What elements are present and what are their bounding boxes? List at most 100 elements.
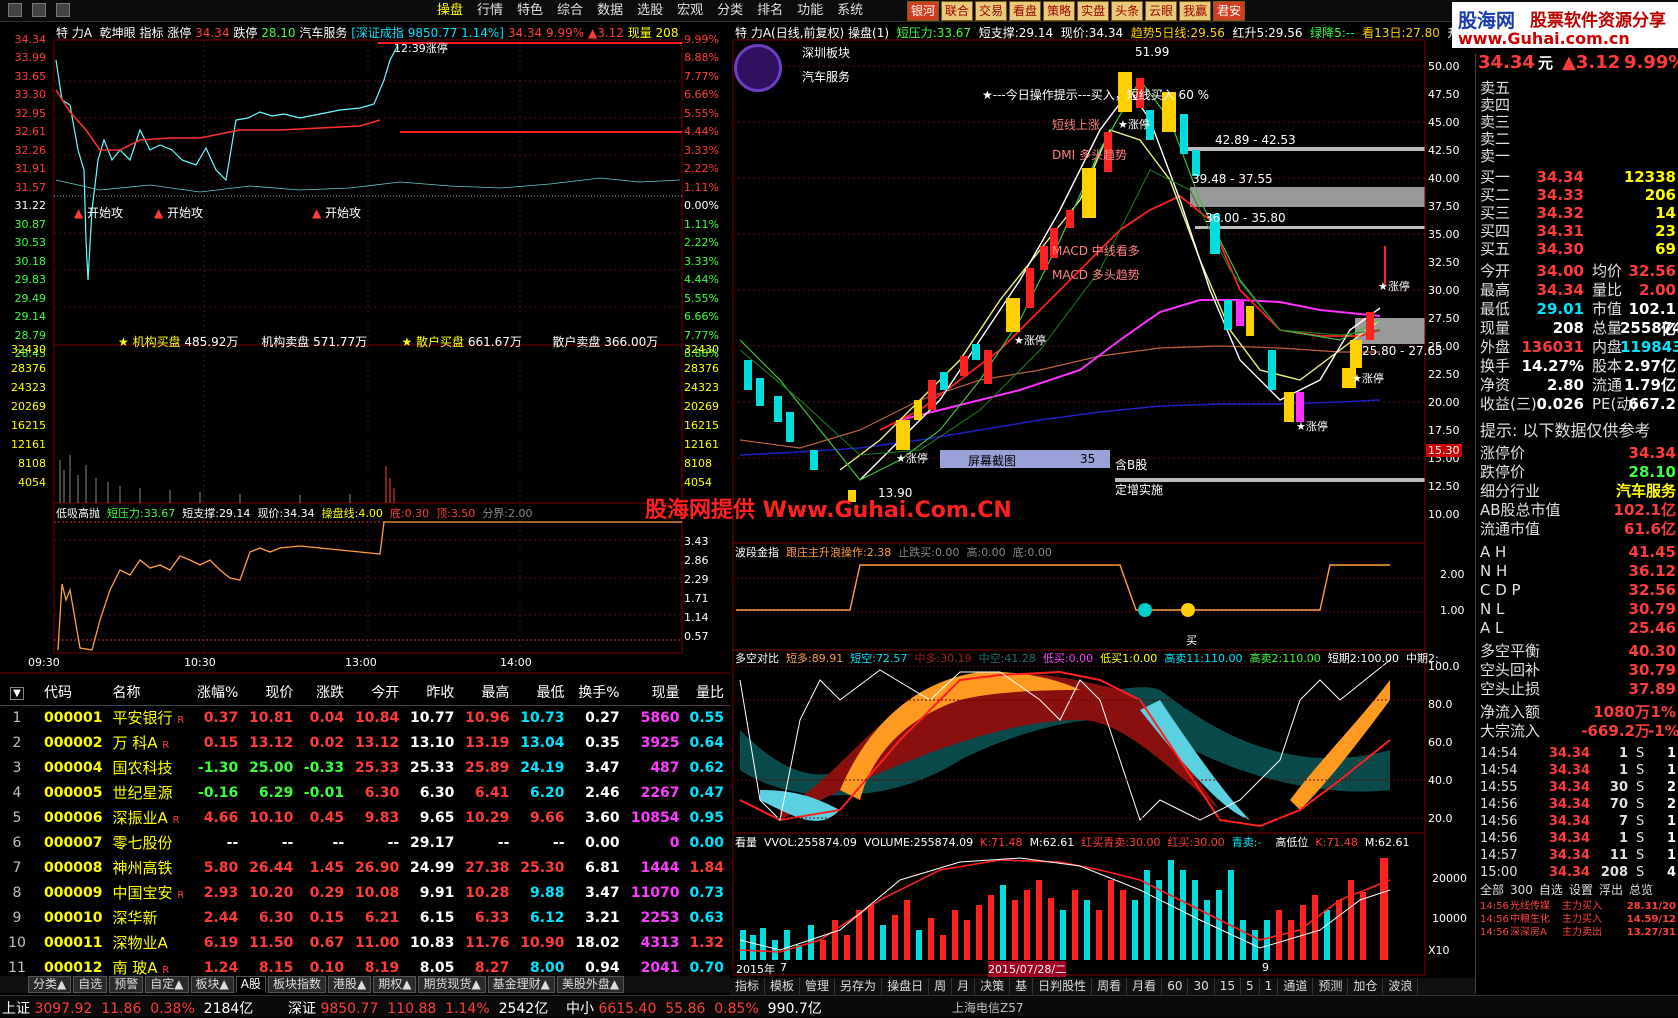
tip-row: 提示: 以下数据仅供参考 [1480,421,1651,440]
vol-cell: 1444 [640,859,680,876]
pct-cell: 0.15 [203,734,239,751]
period-button[interactable]: 另存为 [835,978,883,995]
turn-cell: 3.21 [585,909,620,926]
table-row[interactable]: 1 000001 平安银行 R 0.37 10.81 0.04 10.84 10.77 10.9… [0,705,730,730]
tick-tab[interactable]: 300 [1510,883,1533,897]
table-row[interactable]: 5 000006 深振业A R 4.66 10.10 0.45 9.83 9.65 10.29 9… [0,805,730,830]
low-cell: 10.90 [520,934,565,951]
period-button[interactable]: 月看 [1127,978,1163,995]
prev-cell: 24.99 [410,859,455,876]
market-tab[interactable]: 期货现货▲ [418,976,486,993]
tick-tab[interactable]: 总览 [1629,883,1653,897]
col-code[interactable]: 代码 [40,680,109,706]
period-button[interactable]: 基 [1010,978,1034,995]
period-button[interactable]: 管理 [800,978,836,995]
col-high[interactable]: 最高 [460,680,516,706]
market-tab[interactable]: 自定▲ [145,976,189,993]
market-tab[interactable]: 板块▲ [190,976,234,993]
open-cell: 6.21 [364,909,400,926]
table-row[interactable]: 3 000004 国农科技 -1.30 25.00 -0.33 25.33 25.33 25.… [0,755,730,780]
prev-cell: 6.30 [419,784,455,801]
market-tab[interactable]: 基金理财▲ [487,976,555,993]
table-row[interactable]: 7 000008 神州高铁 5.80 26.44 1.45 26.90 24.99 27.38… [0,855,730,880]
period-button[interactable]: 日判股性 [1033,978,1093,995]
open-cell: 10.08 [354,884,400,901]
period-button[interactable]: 决策 [975,978,1011,995]
market-tab[interactable]: 板块指数 [267,976,326,993]
time-label: 14:00 [500,656,532,669]
volume-scale: 10000 [1432,912,1467,925]
col-vol[interactable]: 现量 [625,680,686,706]
period-button[interactable]: 通道 [1278,978,1314,995]
period-button[interactable]: 1 [1260,978,1279,995]
period-button[interactable]: 模板 [765,978,801,995]
table-row[interactable]: 9 000010 深华新 2.44 6.30 0.15 6.21 6.15 6.33 6.12 3… [0,905,730,930]
market-tab[interactable]: 期权▲ [373,976,417,993]
stat-row: 外盘 136031 内盘 119843 [1480,338,1678,356]
market-tab[interactable]: 港股▲ [327,976,372,993]
table-row[interactable]: 10 000011 深物业A 6.19 11.50 0.67 11.00 10.83 11.7… [0,930,730,955]
open-cell: 9.83 [364,809,400,826]
server-label[interactable]: 上海电信Z57 [952,999,1024,1016]
volume-scale: 20000 [1432,872,1467,885]
col-prev[interactable]: 昨收 [405,680,461,706]
pct-cell: -0.16 [197,784,239,801]
stock-name: 神州高铁 [112,859,173,877]
table-row[interactable]: 8 000009 中国宝安 R 2.93 10.20 0.29 10.08 9.91 10.28… [0,880,730,905]
high-cell: 11.76 [465,934,510,951]
volume-multiplier: X10 [1428,944,1450,957]
period-button[interactable]: 5 [1241,978,1260,995]
chg-cell: 0.45 [309,809,345,826]
period-button[interactable]: 30 [1188,978,1215,995]
industry-tag[interactable]: 汽车服务 [802,68,850,85]
table-row[interactable]: 6 000007 零七股份 -- -- -- -- 29.17 -- -- 0.00 0 0.00 [0,830,730,855]
market-tab[interactable]: 预警 [109,976,144,993]
market-tab[interactable]: 分类▲ [28,976,72,993]
table-row[interactable]: 4 000005 世纪星源 -0.16 6.29 -0.01 6.30 6.30 6.41 6.… [0,780,730,805]
ratio-cell: 0.95 [689,809,724,826]
col-pct[interactable]: 涨幅% [192,680,245,706]
turn-cell: 3.47 [585,759,620,776]
period-button[interactable]: 月 [952,978,976,995]
date-label: 2015年 [736,963,775,976]
col-price[interactable]: 现价 [244,680,300,706]
kline-volume [740,858,1388,960]
market-tab[interactable]: A股 [235,976,266,993]
col-open[interactable]: 今开 [350,680,406,706]
period-button[interactable]: 周 [929,978,953,995]
col-ratio[interactable]: 量比 [685,680,730,706]
zt-marker: ★涨停 [1014,334,1046,347]
open-cell: 6.30 [364,784,400,801]
tick-tab[interactable]: 浮出 [1599,883,1623,897]
high-cell: 10.29 [465,809,510,826]
high-cell: 25.89 [465,759,510,776]
gauge-icon[interactable] [734,44,782,92]
col-chg[interactable]: 涨跌 [299,680,351,706]
tick-tab[interactable]: 自选 [1539,883,1563,897]
zone-label: 39.48 - 37.55 [1192,172,1273,186]
period-button[interactable]: 60 [1162,978,1189,995]
period-button[interactable]: 波浪 [1383,978,1419,995]
col-name[interactable]: 名称 [108,680,193,706]
col-index[interactable]: ▼ [0,680,40,706]
market-tab[interactable]: 自选 [73,976,108,993]
period-button[interactable]: 指标 [730,978,766,995]
date-label: 7 [780,961,787,974]
period-button[interactable]: 周看 [1092,978,1128,995]
signal-label: DMI 多头趋势 [1052,148,1127,162]
tick-tab[interactable]: 全部 [1480,883,1504,897]
market-tab[interactable]: 美股外盘▲ [556,976,625,993]
period-button[interactable]: 加仓 [1348,978,1384,995]
col-turn[interactable]: 换手% [570,680,626,706]
bodong-header: 波段金指 跟庄主升浪操作:2.38 止跌买:0.00 高:0.00 底:0.00 [735,546,1052,559]
period-button[interactable]: 15 [1215,978,1242,995]
period-button[interactable]: 预测 [1313,978,1349,995]
vol-cell: 2267 [640,784,680,801]
row-index: 7 [12,859,22,876]
table-row[interactable]: 2 000002 万 科A R 0.15 13.12 0.02 13.12 13.10 13.1… [0,730,730,755]
tick-tab[interactable]: 设置 [1569,883,1593,897]
board-tag[interactable]: 深圳板块 [802,44,850,61]
prev-cell: 13.10 [410,734,455,751]
col-low[interactable]: 最低 [515,680,571,706]
period-button[interactable]: 操盘日 [882,978,930,995]
